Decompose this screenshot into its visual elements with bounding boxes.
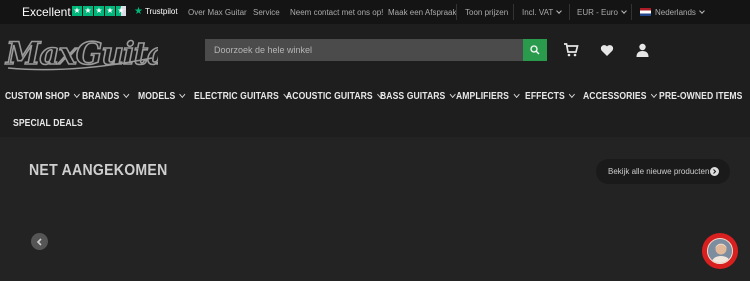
- chevron-down-icon: [699, 8, 705, 14]
- nav-item-acoustic-guitars[interactable]: ACOUSTIC GUITARS: [286, 90, 384, 102]
- carousel-prev-button[interactable]: [31, 233, 48, 250]
- divider: [513, 4, 514, 20]
- top-bar: Excellent ★ ★ ★ ★ ★ ★ Trustpilot Over Ma…: [0, 0, 750, 24]
- trustpilot-stars: ★ ★ ★ ★ ★: [72, 6, 126, 16]
- nav-label: PRE-OWNED ITEMS: [659, 91, 743, 102]
- search-input[interactable]: [205, 39, 523, 61]
- trustpilot-star-icon: ★: [134, 6, 143, 17]
- search-bar: [205, 39, 547, 61]
- chevron-down-icon: [74, 90, 81, 99]
- star-icon: ★: [72, 6, 82, 16]
- flag-nl-icon: [640, 7, 651, 16]
- currency-select-value: EUR - Euro: [577, 8, 618, 17]
- star-icon: ★: [83, 6, 93, 16]
- nav-item-models[interactable]: MODELS: [138, 90, 186, 102]
- nav-label: MODELS: [138, 91, 176, 102]
- language-select-value: Nederlands: [655, 8, 696, 17]
- user-icon[interactable]: [633, 41, 651, 59]
- nav-label: ELECTRIC GUITARS: [194, 91, 279, 102]
- price-toggle[interactable]: Toon prijzen: [465, 8, 508, 17]
- svg-text:MaxGuitar: MaxGuitar: [5, 36, 158, 72]
- nav-label: SPECIAL DEALS: [13, 118, 83, 129]
- link-contact[interactable]: Neem contact met ons op!: [290, 8, 383, 17]
- nav-label: EFFECTS: [525, 91, 565, 102]
- nav-item-brands[interactable]: BRANDS: [82, 90, 130, 102]
- trustpilot-logo[interactable]: ★ Trustpilot: [134, 6, 178, 17]
- search-icon: [530, 45, 540, 55]
- nav-label: CUSTOM SHOP: [5, 91, 70, 102]
- nav-item-accessories[interactable]: ACCESSORIES: [583, 90, 657, 102]
- trustpilot-label: Trustpilot: [144, 7, 178, 16]
- chat-widget-button[interactable]: [702, 233, 738, 269]
- link-about[interactable]: Over Max Guitar: [188, 8, 247, 17]
- nav-item-bass-guitars[interactable]: BASS GUITARS: [380, 90, 456, 102]
- nav-item-amplifiers[interactable]: AMPLIFIERS: [456, 90, 520, 102]
- arrow-right-icon: [710, 167, 719, 176]
- trustpilot-rating-text: Excellent: [22, 5, 71, 19]
- star-icon: ★: [94, 6, 104, 16]
- nav-label: ACOUSTIC GUITARS: [286, 91, 373, 102]
- link-service[interactable]: Service: [253, 8, 280, 17]
- section-title: NET AANGEKOMEN: [29, 162, 168, 179]
- nav-label: BRANDS: [82, 91, 120, 102]
- cart-icon[interactable]: [562, 41, 580, 59]
- nav-item-effects[interactable]: EFFECTS: [525, 90, 576, 102]
- chevron-down-icon: [556, 8, 563, 14]
- chevron-down-icon: [650, 90, 657, 99]
- chevron-down-icon: [449, 90, 456, 99]
- view-all-label: Bekijk alle nieuwe producten: [608, 167, 710, 176]
- main-nav: CUSTOM SHOP BRANDS MODELS ELECTRIC GUITA…: [0, 81, 750, 137]
- divider: [456, 4, 457, 20]
- chevron-down-icon: [621, 8, 627, 14]
- site-header: MaxGuitar: [0, 24, 750, 81]
- nav-item-pre-owned[interactable]: PRE-OWNED ITEMS: [659, 91, 742, 102]
- language-select[interactable]: Nederlands: [640, 7, 705, 17]
- support-avatar: [707, 238, 733, 264]
- link-appointment[interactable]: Maak een Afspraak: [388, 8, 456, 17]
- nav-item-electric-guitars[interactable]: ELECTRIC GUITARS: [194, 90, 290, 102]
- star-half-icon: ★: [116, 6, 126, 16]
- star-icon: ★: [105, 6, 115, 16]
- chevron-left-icon: [36, 237, 42, 246]
- currency-select[interactable]: EUR - Euro: [577, 8, 627, 17]
- divider: [569, 4, 570, 20]
- vat-select-value: Incl. VAT: [522, 8, 554, 17]
- view-all-new-products-button[interactable]: Bekijk alle nieuwe producten: [596, 159, 730, 184]
- heart-icon[interactable]: [598, 41, 616, 59]
- chevron-down-icon: [513, 90, 520, 99]
- nav-item-custom-shop[interactable]: CUSTOM SHOP: [5, 90, 81, 102]
- vat-select[interactable]: Incl. VAT: [522, 8, 563, 17]
- chevron-down-icon: [569, 90, 576, 99]
- divider: [631, 4, 632, 20]
- max-guitar-logo[interactable]: MaxGuitar: [2, 28, 187, 76]
- chevron-down-icon: [123, 90, 130, 99]
- chevron-down-icon: [179, 90, 186, 99]
- nav-label: AMPLIFIERS: [456, 91, 509, 102]
- nav-item-special-deals[interactable]: SPECIAL DEALS: [13, 118, 83, 129]
- nav-label: ACCESSORIES: [583, 91, 647, 102]
- nav-label: BASS GUITARS: [380, 91, 446, 102]
- search-button[interactable]: [523, 39, 547, 61]
